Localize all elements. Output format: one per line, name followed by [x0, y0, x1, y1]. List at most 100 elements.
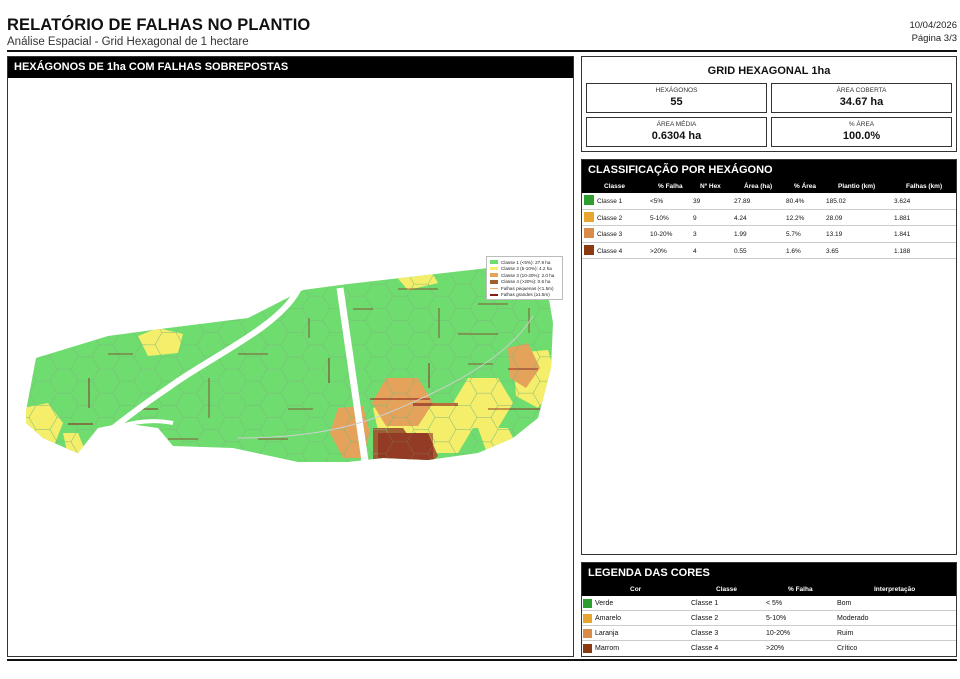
report-date: 10/04/2026: [909, 20, 957, 31]
legend-failure-pct: 10-20%: [766, 629, 791, 637]
stat-value: 100.0%: [842, 130, 881, 142]
page-title: RELATÓRIO DE FALHAS NO PLANTIO: [7, 16, 311, 34]
table-row: Classe 2 5-10% 9 4.24 12.2% 28.09 1.881: [582, 210, 956, 226]
row-failures: 3.624: [894, 198, 911, 205]
column-header: Cor: [630, 586, 642, 593]
row-area-pct: 12.2%: [786, 214, 805, 222]
stat-average-area: Área Média 0.6304 ha: [586, 117, 767, 147]
table-row: Classe 3 10-20% 3 1.99 5.7% 13.19 1.841: [582, 226, 956, 243]
orange-swatch: [583, 628, 592, 638]
row-class: Classe 3: [597, 231, 623, 238]
legend-failure-pct: >20%: [766, 644, 785, 652]
legend-color-name: Marrom: [595, 644, 620, 652]
map-legend-label: Falhas grandes (≥1.5m): [501, 292, 550, 298]
legend-class: Classe 3: [691, 629, 719, 637]
map-legend-item: Falhas grandes (≥1.5m): [490, 292, 559, 298]
map-legend-label: Classe 1 (<5%): 27.9 ha: [501, 259, 551, 265]
stat-value: 55: [670, 96, 683, 108]
map-legend-item: Classe 2 (5-10%): 4.2 ha: [490, 266, 559, 272]
color-legend-header: Cor Classe % Falha Interpretação: [582, 584, 956, 596]
row-hex-count: 3: [693, 231, 697, 238]
stat-value: 0.6304 ha: [651, 130, 702, 142]
column-header: % Falha: [788, 586, 813, 593]
grid-summary-title: GRID HEXAGONAL 1ha: [707, 65, 831, 77]
header-divider: [7, 50, 957, 52]
column-header: Interpretação: [874, 586, 916, 593]
legend-class: Classe 4: [691, 644, 719, 652]
hexagon-map: [26, 264, 553, 469]
legend-color-name: Laranja: [595, 629, 619, 637]
legend-color-name: Amarelo: [595, 614, 622, 622]
row-area: 27.89: [734, 198, 751, 205]
column-header: Nº Hex: [700, 183, 721, 190]
page-header: RELATÓRIO DE FALHAS NO PLANTIO Análise E…: [7, 14, 957, 52]
map-legend-item: Classe 1 (<5%): 27.9 ha: [490, 259, 559, 265]
table-row: Classe 1 <5% 39 27.89 80.4% 185.02 3.624: [582, 193, 956, 210]
legend-line-small-failures: [490, 287, 498, 289]
row-area: 0.55: [734, 247, 747, 255]
classification-table-header: Classe % Falha Nº Hex Área (ha) % Área P…: [582, 181, 956, 193]
row-area: 1.99: [734, 231, 747, 238]
stat-area-percent: % Área 100.0%: [771, 117, 952, 147]
stat-label: Área Coberta: [836, 87, 887, 94]
row-planting: 13.19: [826, 231, 843, 238]
map-legend-label: Classe 3 (10-20%): 2.0 ha: [501, 272, 555, 278]
yellow-swatch: [583, 613, 592, 623]
table-row: Laranja Classe 3 10-20% Ruim: [582, 626, 956, 641]
legend-swatch-class-3: [490, 273, 498, 277]
green-swatch: [583, 598, 592, 608]
class-2-swatch: [584, 211, 594, 222]
brown-swatch: [583, 643, 592, 653]
map-legend-item: Falhas pequenas (<1.5m): [490, 285, 559, 291]
row-class: Classe 1: [597, 198, 623, 205]
class-4-swatch: [584, 244, 594, 255]
row-area-pct: 5.7%: [786, 231, 801, 238]
page-subtitle: Análise Espacial - Grid Hexagonal de 1 h…: [7, 36, 249, 48]
row-area-pct: 80.4%: [786, 198, 805, 205]
map-legend-label: Falhas pequenas (<1.5m): [501, 285, 554, 291]
row-failure-pct: >20%: [650, 247, 667, 255]
row-failures: 1.841: [894, 231, 911, 238]
column-header: Classe: [604, 183, 625, 190]
legend-class: Classe 2: [691, 614, 719, 622]
color-legend-panel: LEGENDA DAS CORES Cor Classe % Falha Int…: [581, 562, 957, 657]
row-failure-pct: 5-10%: [650, 214, 669, 222]
row-hex-count: 4: [693, 247, 697, 255]
row-class: Classe 4: [597, 247, 623, 255]
column-header: % Área: [794, 183, 817, 190]
color-legend-title: LEGENDA DAS CORES: [582, 563, 956, 584]
map-legend-label: Classe 2 (5-10%): 4.2 ha: [501, 266, 552, 272]
row-planting: 28.09: [826, 214, 843, 222]
legend-interpretation: Moderado: [837, 614, 869, 622]
class-1-swatch: [584, 195, 594, 205]
row-hex-count: 39: [693, 198, 701, 205]
grid-summary-panel: GRID HEXAGONAL 1ha Hexágonos 55 Área Cob…: [581, 56, 957, 152]
legend-failure-pct: 5-10%: [766, 614, 787, 622]
column-header: % Falha: [658, 183, 683, 190]
stat-label: Área Média: [656, 121, 697, 128]
stat-value: 34.67 ha: [839, 96, 884, 108]
column-header: Área (ha): [744, 183, 773, 190]
legend-swatch-class-1: [490, 260, 498, 264]
row-planting: 185.02: [826, 198, 846, 205]
legend-color-name: Verde: [595, 599, 614, 607]
classification-panel: CLASSIFICAÇÃO POR HEXÁGONO Classe % Falh…: [581, 159, 957, 555]
stat-label: % Área: [848, 121, 875, 128]
stat-hexagons: Hexágonos 55: [586, 83, 767, 113]
row-planting: 3.65: [826, 247, 839, 255]
row-area-pct: 1.6%: [786, 247, 801, 255]
legend-class: Classe 1: [691, 599, 719, 607]
row-hex-count: 9: [693, 214, 697, 222]
row-area: 4.24: [734, 214, 747, 222]
table-row: Marrom Classe 4 >20% Crítico: [582, 641, 956, 656]
class-3-swatch: [584, 228, 594, 238]
column-header: Falhas (km): [906, 183, 943, 190]
legend-interpretation: Bom: [837, 599, 852, 607]
map-panel-title: HEXÁGONOS DE 1ha COM FALHAS SOBREPOSTAS: [8, 57, 573, 78]
map-legend-item: Classe 3 (10-20%): 2.0 ha: [490, 272, 559, 278]
legend-swatch-class-4: [490, 280, 498, 284]
stat-covered-area: Área Coberta 34.67 ha: [771, 83, 952, 113]
stat-label: Hexágonos: [655, 87, 698, 94]
column-header: Classe: [716, 586, 737, 593]
classification-title: CLASSIFICAÇÃO POR HEXÁGONO: [582, 160, 956, 181]
